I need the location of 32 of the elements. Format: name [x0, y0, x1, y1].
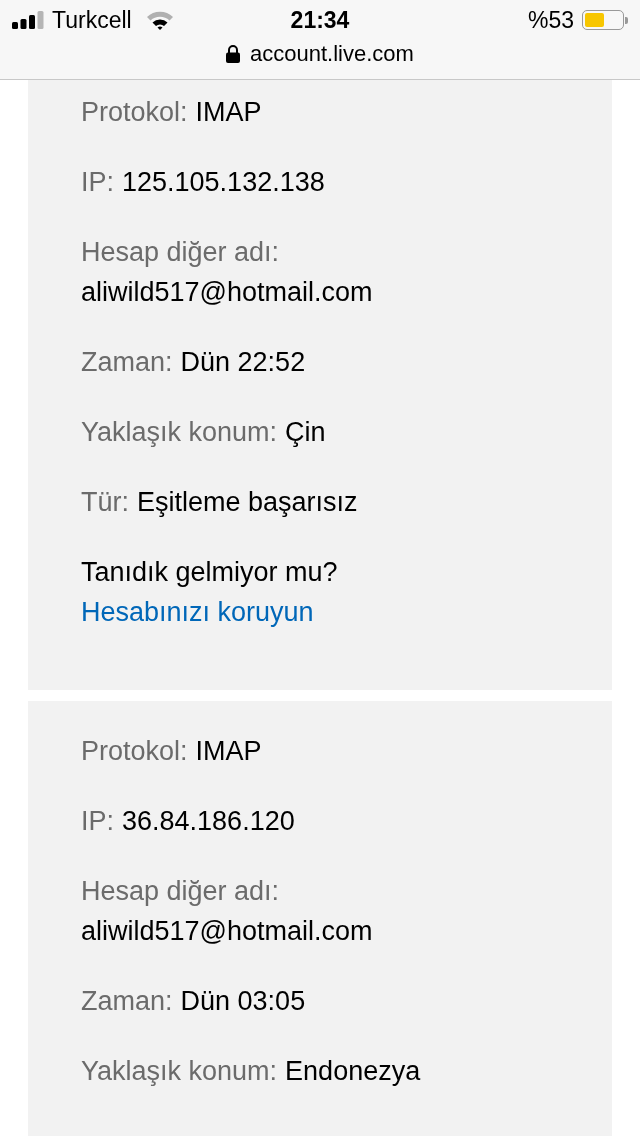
- field-label: IP:: [81, 167, 114, 197]
- field-value: Endonezya: [285, 1056, 421, 1086]
- secure-account-link[interactable]: Hesabınızı koruyun: [81, 592, 559, 632]
- field-value: aliwild517@hotmail.com: [81, 915, 374, 948]
- clock-time: 21:34: [290, 6, 350, 34]
- field-value: aliwild517@hotmail.com: [81, 276, 374, 309]
- field-value: Eşitleme başarısız: [137, 487, 358, 517]
- field-label: Zaman:: [81, 347, 173, 377]
- field-value: 125.105.132.138: [122, 167, 325, 197]
- field-label: Yaklaşık konum:: [81, 417, 278, 447]
- field-value: Dün 03:05: [180, 986, 306, 1016]
- field-label: IP:: [81, 806, 114, 836]
- wifi-icon: [145, 10, 174, 30]
- field-label: Hesap diğer adı:: [81, 875, 281, 908]
- field-label: Yaklaşık konum:: [81, 1056, 278, 1086]
- battery-icon: [582, 10, 628, 30]
- field-value: IMAP: [195, 97, 262, 127]
- field-value: IMAP: [195, 736, 262, 766]
- field-value: 36.84.186.120: [122, 806, 295, 836]
- field-label: Tür:: [81, 487, 129, 517]
- field-value: Dün 22:52: [180, 347, 306, 377]
- url-text[interactable]: account.live.com: [250, 41, 414, 67]
- question-text: Tanıdık gelmiyor mu?: [81, 556, 339, 589]
- battery-percent: %53: [527, 6, 574, 34]
- field-label: Protokol:: [81, 97, 188, 127]
- field-value: Çin: [285, 417, 326, 447]
- signal-icon: [12, 11, 44, 29]
- field-label: Protokol:: [81, 736, 188, 766]
- field-label: Zaman:: [81, 986, 173, 1016]
- carrier-name: Turkcell: [52, 6, 132, 34]
- lock-icon: [226, 45, 241, 63]
- field-label: Hesap diğer adı:: [81, 236, 281, 269]
